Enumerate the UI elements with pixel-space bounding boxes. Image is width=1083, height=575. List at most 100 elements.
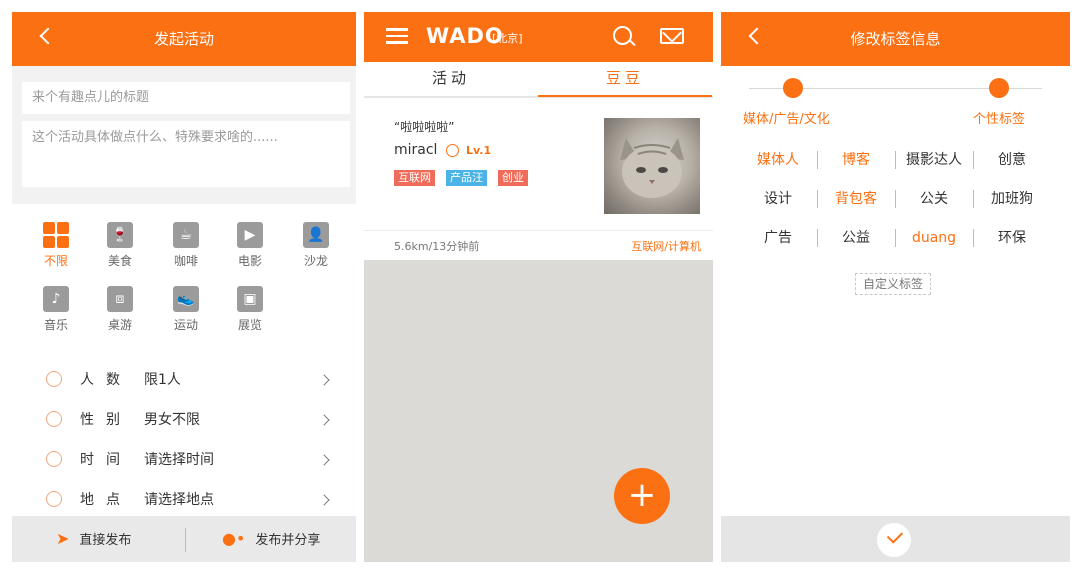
tab-activity[interactable]: 活动 (364, 62, 538, 96)
create-activity-screen: 发起活动 来个有趣点儿的标题 这个活动具体做点什么、特殊要求啥的...... 不… (12, 12, 356, 562)
time-row[interactable]: 时间 请选择时间 (12, 440, 356, 480)
tag-option[interactable]: 媒体人 (739, 150, 817, 170)
food-icon: 🍷 (107, 222, 133, 248)
check-icon (886, 527, 904, 544)
send-icon: ➤ (56, 529, 70, 548)
confirm-button[interactable] (877, 523, 911, 557)
user-tag: 产品汪 (446, 170, 487, 186)
salon-icon: 👤 (303, 222, 329, 248)
category-item[interactable]: ⧈ 桌游 (100, 286, 140, 333)
step-label: 个性标签 (973, 112, 1026, 127)
row-label: 时间 (80, 452, 132, 468)
people-icon (46, 371, 62, 387)
tag-option[interactable]: 环保 (973, 228, 1051, 248)
coffee-icon: ☕ (173, 222, 199, 248)
tag-option[interactable]: 设计 (739, 189, 817, 209)
row-label: 人数 (80, 372, 132, 388)
category-label: 电影 (237, 254, 262, 268)
user-category: 互联网/计算机 (631, 240, 701, 253)
city-selector[interactable]: [北京] (492, 30, 523, 46)
user-photo (604, 118, 700, 214)
title-input[interactable]: 来个有趣点儿的标题 (22, 82, 350, 114)
row-value: 请选择时间 (144, 452, 214, 468)
user-card[interactable]: “啦啦啦啦” miracl Lv.1 互联网 产品汪 创业 5.6km/13分钟… (364, 104, 713, 260)
row-label: 性别 (80, 412, 132, 428)
confirm-bar (721, 516, 1070, 562)
location-icon (46, 491, 62, 507)
share-icon: ●• (222, 529, 246, 548)
feed-screen: WADO [北京] 活动 豆豆 “啦啦啦啦” miracl Lv.1 互联网 产… (364, 12, 713, 562)
boardgame-icon: ⧈ (107, 286, 133, 312)
location-row[interactable]: 地点 请选择地点 (12, 480, 356, 520)
tag-option[interactable]: duang (895, 228, 973, 248)
category-item[interactable]: 不限 (36, 222, 76, 269)
user-level: Lv.1 (466, 144, 492, 157)
tag-option[interactable]: 背包客 (817, 189, 895, 209)
tag-option[interactable]: 公益 (817, 228, 895, 248)
custom-tag-button[interactable]: 自定义标签 (855, 273, 932, 295)
category-item[interactable]: ▣ 展览 (230, 286, 270, 333)
tag-option[interactable]: 创意 (973, 150, 1051, 170)
category-label: 沙龙 (303, 254, 328, 268)
step-dot[interactable] (989, 78, 1009, 98)
level-icon (446, 144, 459, 157)
publish-direct-button[interactable]: ➤ 直接发布 (56, 516, 131, 562)
tag-option[interactable]: 广告 (739, 228, 817, 248)
category-label: 音乐 (43, 318, 68, 332)
row-value: 请选择地点 (144, 492, 214, 508)
publish-bar: ➤ 直接发布 ●• 发布并分享 (12, 516, 356, 562)
divider (364, 230, 713, 231)
mail-icon[interactable] (660, 28, 684, 44)
category-label: 展览 (237, 318, 262, 332)
category-item[interactable]: ▶ 电影 (230, 222, 270, 269)
row-label: 地点 (80, 492, 132, 508)
distance-time: 5.6km/13分钟前 (394, 240, 480, 253)
add-button[interactable]: + (614, 468, 670, 524)
user-tag: 创业 (498, 170, 528, 186)
user-quote: “啦啦啦啦” (394, 120, 455, 134)
tag-option[interactable]: 博客 (817, 150, 895, 170)
page-title: 发起活动 (153, 30, 214, 48)
category-item[interactable]: ☕ 咖啡 (166, 222, 206, 269)
publish-direct-label: 直接发布 (79, 533, 132, 548)
music-icon: ♪ (43, 286, 69, 312)
category-label: 美食 (107, 254, 132, 268)
chevron-right-icon (318, 414, 330, 426)
search-icon[interactable] (613, 26, 632, 45)
chevron-right-icon (318, 374, 330, 386)
menu-icon[interactable] (386, 28, 408, 44)
category-label: 桌游 (107, 318, 132, 332)
category-label: 咖啡 (173, 254, 198, 268)
category-item[interactable]: 👤 沙龙 (296, 222, 336, 269)
movie-icon: ▶ (237, 222, 263, 248)
category-item[interactable]: 👟 运动 (166, 286, 206, 333)
tab-bar: 活动 豆豆 (364, 62, 713, 98)
cat-image (620, 138, 684, 198)
category-item[interactable]: 🍷 美食 (100, 222, 140, 269)
tag-option[interactable]: 摄影达人 (895, 150, 973, 170)
user-name: miracl (394, 142, 438, 158)
row-value: 男女不限 (144, 412, 200, 428)
description-input[interactable]: 这个活动具体做点什么、特殊要求啥的...... (22, 121, 350, 187)
category-label: 运动 (173, 318, 198, 332)
chevron-right-icon (318, 494, 330, 506)
category-item[interactable]: ♪ 音乐 (36, 286, 76, 333)
chevron-right-icon (318, 454, 330, 466)
gender-row[interactable]: 性别 男女不限 (12, 400, 356, 440)
publish-share-button[interactable]: ●• 发布并分享 (222, 516, 320, 562)
header-bar: WADO [北京] (364, 12, 713, 62)
tag-option[interactable]: 公关 (895, 189, 973, 209)
clock-icon (46, 451, 62, 467)
step-dot[interactable] (783, 78, 803, 98)
tab-doudou[interactable]: 豆豆 (538, 62, 712, 97)
publish-share-label: 发布并分享 (255, 533, 321, 548)
header-bar: 修改标签信息 (721, 12, 1070, 66)
category-label: 不限 (43, 254, 68, 268)
step-label: 媒体/广告/文化 (743, 112, 830, 127)
tag-option[interactable]: 加班狗 (973, 189, 1051, 209)
sport-icon: 👟 (173, 286, 199, 312)
header-bar: 发起活动 (12, 12, 356, 66)
people-row[interactable]: 人数 限1人 (12, 360, 356, 400)
row-value: 限1人 (144, 372, 181, 388)
gender-icon (46, 411, 62, 427)
